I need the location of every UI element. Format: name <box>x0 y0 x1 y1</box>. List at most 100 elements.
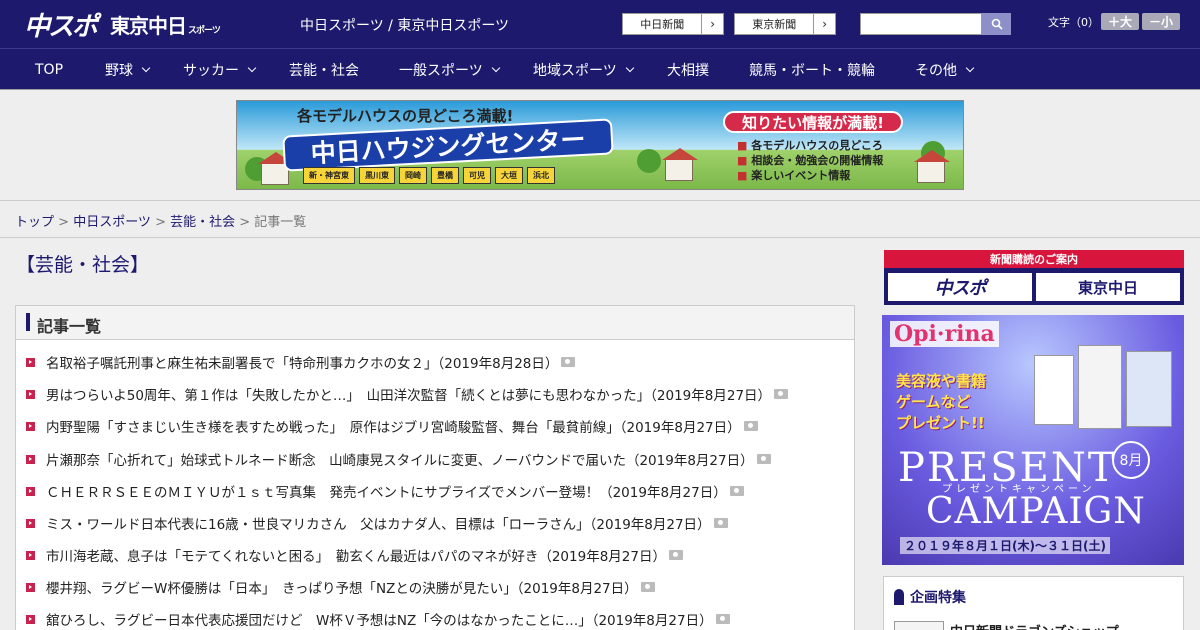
article-item[interactable]: 市川海老蔵、息子は「モテてくれないと困る」 勸玄くん最近はパパのマネが好き（20… <box>26 545 683 565</box>
opirina-logo: Opi·rina <box>890 321 999 347</box>
nav-label: 芸能・社会 <box>289 62 359 79</box>
subscription-header[interactable]: 新聞購読のご案内 <box>884 250 1184 268</box>
banner-feature: 各モデルハウスの見どころ <box>737 138 883 153</box>
ad-campaign-title: CAMPAIGN <box>926 491 1146 532</box>
bullet-arrow-icon <box>26 614 35 624</box>
product-illustration <box>1034 355 1074 425</box>
bullet-arrow-icon <box>26 550 35 560</box>
font-size-increase-button[interactable]: ＋大 <box>1101 13 1139 30</box>
article-title: 舘ひろし、ラグビー日本代表応援団だけど W杯Ｖ予想はNZ「今のはなかったことに…… <box>46 613 713 629</box>
chevron-right-icon: › <box>701 14 723 34</box>
subscribe-chuspo-button[interactable]: 中スポ <box>888 273 1032 301</box>
feature-thumbnail[interactable] <box>894 621 944 630</box>
breadcrumb-chunichi-sports[interactable]: 中日スポーツ <box>73 215 151 230</box>
feature-link[interactable]: 中日新聞ドラゴンズショップ <box>950 621 1119 630</box>
font-size-label: 文字（0） <box>1048 16 1099 29</box>
breadcrumb-bar: トップ > 中日スポーツ > 芸能・社会 > 記事一覧 <box>0 200 1200 238</box>
banner-feature: 相談会・勉強会の開催情報 <box>737 153 883 168</box>
main-nav: TOP 野球 サッカー 芸能・社会 一般スポーツ 地域スポーツ 大相撲 競馬・ボ… <box>0 48 1200 89</box>
bullet-arrow-icon <box>26 421 35 431</box>
tokyo-chunichi-sports-logo[interactable]: 東京中日 スポーツ <box>110 7 221 41</box>
tokyo-shimbun-link[interactable]: 東京新聞 › <box>734 13 836 35</box>
article-item[interactable]: ミス・ワールド日本代表に16歳・世良マリカさん 父はカナダ人、目標は「ローラさん… <box>26 513 728 533</box>
city-tag: 浜北 <box>527 167 555 184</box>
banner-tagline: 各モデルハウスの見どころ満載! <box>297 107 514 125</box>
chunichi-sports-logo[interactable]: 中スポ <box>24 7 98 42</box>
ribbon-icon <box>894 589 904 605</box>
nav-top[interactable]: TOP <box>35 49 63 90</box>
article-item[interactable]: 舘ひろし、ラグビー日本代表応援団だけど W杯Ｖ予想はNZ「今のはなかったことに…… <box>26 609 730 629</box>
breadcrumb-entertainment[interactable]: 芸能・社会 <box>170 215 235 230</box>
housing-center-banner-ad[interactable]: 各モデルハウスの見どころ満載! 中日ハウジングセンター 新・神宮東 黒川東 岡崎… <box>236 100 964 190</box>
nav-label: 一般スポーツ <box>399 62 483 79</box>
nav-entertainment[interactable]: 芸能・社会 <box>289 49 359 90</box>
nav-sumo[interactable]: 大相撲 <box>667 49 709 90</box>
camera-icon <box>668 550 683 560</box>
article-title: ミス・ワールド日本代表に16歳・世良マリカさん 父はカナダ人、目標は「ローラさん… <box>46 517 711 533</box>
banner-feature: 楽しいイベント情報 <box>737 168 883 183</box>
article-title: 男はつらいよ50周年、第１作は「失敗したかと…」 山田洋次監督「続くとは夢にも思… <box>46 388 772 404</box>
city-tag: 岡崎 <box>399 167 427 184</box>
article-item[interactable]: ＣＨＥＲＲＳＥＥのＭＩＹＵが１ｓｔ写真集 発売イベントにサプライズでメンバー登場… <box>26 481 744 501</box>
banner-feature-list: 各モデルハウスの見どころ 相談会・勉強会の開催情報 楽しいイベント情報 <box>737 138 883 183</box>
search-button[interactable] <box>982 13 1011 35</box>
chevron-down-icon <box>965 63 975 72</box>
breadcrumb-separator: > <box>235 215 255 230</box>
article-item[interactable]: 名取裕子嘱託刑事と麻生祐未副署長で「特命刑事カクホの女２」（2019年8月28日… <box>26 352 576 372</box>
bullet-arrow-icon <box>26 518 35 528</box>
feature-box: 企画特集 中日新聞ドラゴンズショップ <box>883 576 1184 630</box>
bullet-arrow-icon <box>26 357 35 367</box>
nav-general-sports[interactable]: 一般スポーツ <box>399 49 500 90</box>
nav-racing[interactable]: 競馬・ボート・競輪 <box>749 49 875 90</box>
banner-callout: 知りたい情報が満載! <box>723 111 903 133</box>
camera-icon <box>774 389 789 399</box>
article-item[interactable]: 櫻井翔、ラグビーW杯優勝は「日本」 きっぱり予想「NZとの決勝が見たい」（201… <box>26 577 655 597</box>
nav-other[interactable]: その他 <box>915 49 975 90</box>
nav-baseball[interactable]: 野球 <box>105 49 151 90</box>
site-header: 中スポ 東京中日 スポーツ 中日スポーツ / 東京中日スポーツ 中日新聞 › 東京… <box>0 0 1200 48</box>
page-title: 【芸能・社会】 <box>16 254 150 276</box>
chevron-down-icon <box>491 63 500 72</box>
camera-icon <box>743 421 758 431</box>
nav-divider <box>0 89 1200 90</box>
breadcrumb-top[interactable]: トップ <box>15 215 54 230</box>
house-illustration <box>662 148 698 181</box>
bullet-arrow-icon <box>26 486 35 496</box>
font-size-decrease-button[interactable]: －小 <box>1142 13 1180 30</box>
camera-icon <box>561 357 576 367</box>
banner-title: 中日ハウジングセンター <box>282 118 614 172</box>
tokyo-chunichi-logo-text: 東京中日 <box>1077 278 1138 297</box>
nav-label: その他 <box>915 62 957 79</box>
camera-icon <box>713 518 728 528</box>
nav-label: 地域スポーツ <box>533 62 617 79</box>
nav-label: 競馬・ボート・競輪 <box>749 62 875 79</box>
tokyo-logo-sub: スポーツ <box>188 26 221 36</box>
ad-text-line: ゲームなど <box>896 393 971 411</box>
nav-regional-sports[interactable]: 地域スポーツ <box>533 49 634 90</box>
camera-icon <box>729 486 744 496</box>
article-list-header: 記事一覧 <box>16 306 854 340</box>
subscription-box: 新聞購読のご案内 中スポ 東京中日 <box>884 250 1184 305</box>
subscribe-tokyo-chunichi-button[interactable]: 東京中日 <box>1036 273 1180 301</box>
chunichi-shimbun-link[interactable]: 中日新聞 › <box>622 13 724 35</box>
banner-city-list: 新・神宮東 黒川東 岡崎 豊橋 可児 大垣 浜北 <box>303 167 555 184</box>
chevron-down-icon <box>141 63 151 72</box>
house-illustration <box>914 150 950 183</box>
nav-label: 大相撲 <box>667 62 709 79</box>
article-item[interactable]: 片瀬那奈「心折れて」始球式トルネード断念 山崎康晃スタイルに変更、ノーバウンドで… <box>26 449 771 469</box>
feature-title: 企画特集 <box>910 590 966 606</box>
article-item[interactable]: 内野聖陽「すさまじい生き様を表すため戦った」 原作はジブリ宮崎駿監督、舞台「最貧… <box>26 416 758 436</box>
nav-label: サッカー <box>183 62 239 79</box>
article-title: 櫻井翔、ラグビーW杯優勝は「日本」 きっぱり予想「NZとの決勝が見たい」（201… <box>46 581 638 597</box>
breadcrumb: トップ > 中日スポーツ > 芸能・社会 > 記事一覧 <box>15 211 306 230</box>
chevron-down-icon <box>247 63 257 72</box>
article-title: 内野聖陽「すさまじい生き様を表すため戦った」 原作はジブリ宮崎駿監督、舞台「最貧… <box>46 420 741 436</box>
nav-soccer[interactable]: サッカー <box>183 49 257 90</box>
present-campaign-ad[interactable]: Opi·rina 美容液や書籍 ゲームなど プレゼント!! PRESENT 8月… <box>882 315 1184 565</box>
chevron-down-icon <box>625 63 634 72</box>
camera-icon <box>715 614 730 624</box>
article-title: ＣＨＥＲＲＳＥＥのＭＩＹＵが１ｓｔ写真集 発売イベントにサプライズでメンバー登場… <box>46 485 727 501</box>
search-input[interactable] <box>860 13 982 35</box>
article-item[interactable]: 男はつらいよ50周年、第１作は「失敗したかと…」 山田洋次監督「続くとは夢にも思… <box>26 384 789 404</box>
ad-description: 美容液や書籍 ゲームなど プレゼント!! <box>896 371 986 434</box>
